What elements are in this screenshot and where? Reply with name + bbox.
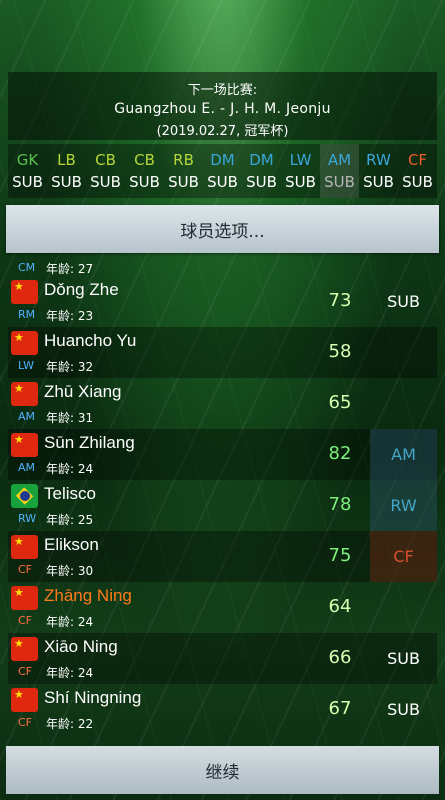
player-name: Elikson	[44, 535, 99, 554]
position-slot-rw[interactable]: RW SUB	[359, 144, 398, 198]
china-flag-icon: ★	[11, 433, 38, 457]
china-flag-icon: ★	[11, 535, 38, 559]
brazil-flag-icon	[11, 484, 38, 508]
player-status[interactable]	[370, 327, 437, 378]
player-rating: 75	[328, 545, 352, 566]
position-slot-cb[interactable]: CB SUB	[86, 144, 125, 198]
player-name: Zhāng Ning	[44, 586, 132, 605]
player-row[interactable]: ★ Xiāo Ning CF 年龄: 24 66 SUB	[8, 633, 437, 684]
position-slot-lb[interactable]: LB SUB	[47, 144, 86, 198]
player-row[interactable]: Telisco RW 年龄: 25 78 RW	[8, 480, 437, 531]
position-slot-cf[interactable]: CF SUB	[398, 144, 437, 198]
player-rating: 66	[328, 647, 352, 668]
player-age: 年龄: 30	[46, 564, 94, 578]
player-age: 年龄: 31	[46, 411, 94, 425]
china-flag-icon: ★	[11, 688, 38, 712]
match-info: (2019.02.27, 冠军杯)	[156, 124, 289, 139]
player-row[interactable]: ★ Sūn Zhilang AM 年龄: 24 82 AM	[8, 429, 437, 480]
player-position: RW	[18, 512, 37, 525]
player-row[interactable]: ★ Dǒng Zhe RM 年龄: 23 73 SUB	[8, 276, 437, 327]
player-status[interactable]	[370, 378, 437, 429]
position-slot-lw[interactable]: LW SUB	[281, 144, 320, 198]
player-status[interactable]: SUB	[370, 276, 437, 327]
position-slot-dm[interactable]: DM SUB	[242, 144, 281, 198]
player-row[interactable]: ★ Shí Ningning CF 年龄: 22 67 SUB	[8, 684, 437, 735]
player-status[interactable]: SUB	[370, 633, 437, 684]
player-status[interactable]: RW	[370, 480, 437, 531]
player-rating: 64	[328, 596, 352, 617]
continue-button[interactable]: 继续	[6, 746, 439, 794]
player-options-button[interactable]: 球员选项...	[6, 205, 439, 253]
player-rating: 78	[328, 494, 352, 515]
formation-positions-bar: GK SUB LB SUB CB SUB CB SUB RB SUB DM SUB DM SU…	[8, 144, 437, 198]
player-rating: 58	[328, 341, 352, 362]
player-status[interactable]: AM	[370, 429, 437, 480]
player-position: AM	[18, 461, 36, 474]
player-position: RM	[18, 308, 36, 321]
player-status[interactable]: CF	[370, 531, 437, 582]
player-age: 年龄: 24	[46, 462, 94, 476]
position-slot-rb[interactable]: RB SUB	[164, 144, 203, 198]
player-age: 年龄: 24	[46, 666, 94, 680]
position-slot-gk[interactable]: GK SUB	[8, 144, 47, 198]
player-list[interactable]: CM 年龄: 27 ★ Dǒng Zhe RM 年龄: 23 73 SUB ★ …	[8, 258, 437, 744]
china-flag-icon: ★	[11, 586, 38, 610]
china-flag-icon: ★	[11, 637, 38, 661]
player-name: Sūn Zhilang	[44, 433, 135, 452]
china-flag-icon: ★	[11, 382, 38, 406]
player-status[interactable]	[370, 582, 437, 633]
player-rating: 65	[328, 392, 352, 413]
player-position: CF	[18, 716, 33, 729]
position-slot-dm[interactable]: DM SUB	[203, 144, 242, 198]
player-position: AM	[18, 410, 36, 423]
player-name: Shí Ningning	[44, 688, 142, 707]
next-match-label: 下一场比赛:	[187, 83, 258, 98]
player-age: 年龄: 25	[46, 513, 94, 527]
player-row[interactable]: ★ Huancho Yu LW 年龄: 32 58	[8, 327, 437, 378]
player-row[interactable]: ★ Zhāng Ning CF 年龄: 24 64	[8, 582, 437, 633]
player-position: LW	[18, 359, 34, 372]
position-slot-cb[interactable]: CB SUB	[125, 144, 164, 198]
match-teams: Guangzhou E. - J. H. M. Jeonju	[114, 101, 331, 117]
player-status[interactable]: SUB	[370, 684, 437, 735]
player-position: CF	[18, 563, 33, 576]
player-rating: 82	[328, 443, 352, 464]
player-name: Huancho Yu	[44, 331, 137, 350]
player-position: CF	[18, 614, 33, 627]
china-flag-icon: ★	[11, 280, 38, 304]
china-flag-icon: ★	[11, 331, 38, 355]
player-name: Telisco	[44, 484, 96, 503]
player-age: 年龄: 23	[46, 309, 94, 323]
player-age: 年龄: 24	[46, 615, 94, 629]
player-rating: 73	[328, 290, 352, 311]
position-slot-am[interactable]: AM SUB	[320, 144, 359, 198]
player-age: 年龄: 32	[46, 360, 94, 374]
player-row[interactable]: ★ Zhū Xiang AM 年龄: 31 65	[8, 378, 437, 429]
player-age: 年龄: 22	[46, 717, 94, 731]
player-rating: 67	[328, 698, 352, 719]
player-name: Dǒng Zhe	[44, 280, 119, 299]
player-row[interactable]: ★ Elikson CF 年龄: 30 75 CF	[8, 531, 437, 582]
next-match-panel: 下一场比赛: Guangzhou E. - J. H. M. Jeonju (2…	[8, 72, 437, 140]
player-name: Zhū Xiang	[44, 382, 122, 401]
player-position: CF	[18, 665, 33, 678]
player-name: Xiāo Ning	[44, 637, 118, 656]
